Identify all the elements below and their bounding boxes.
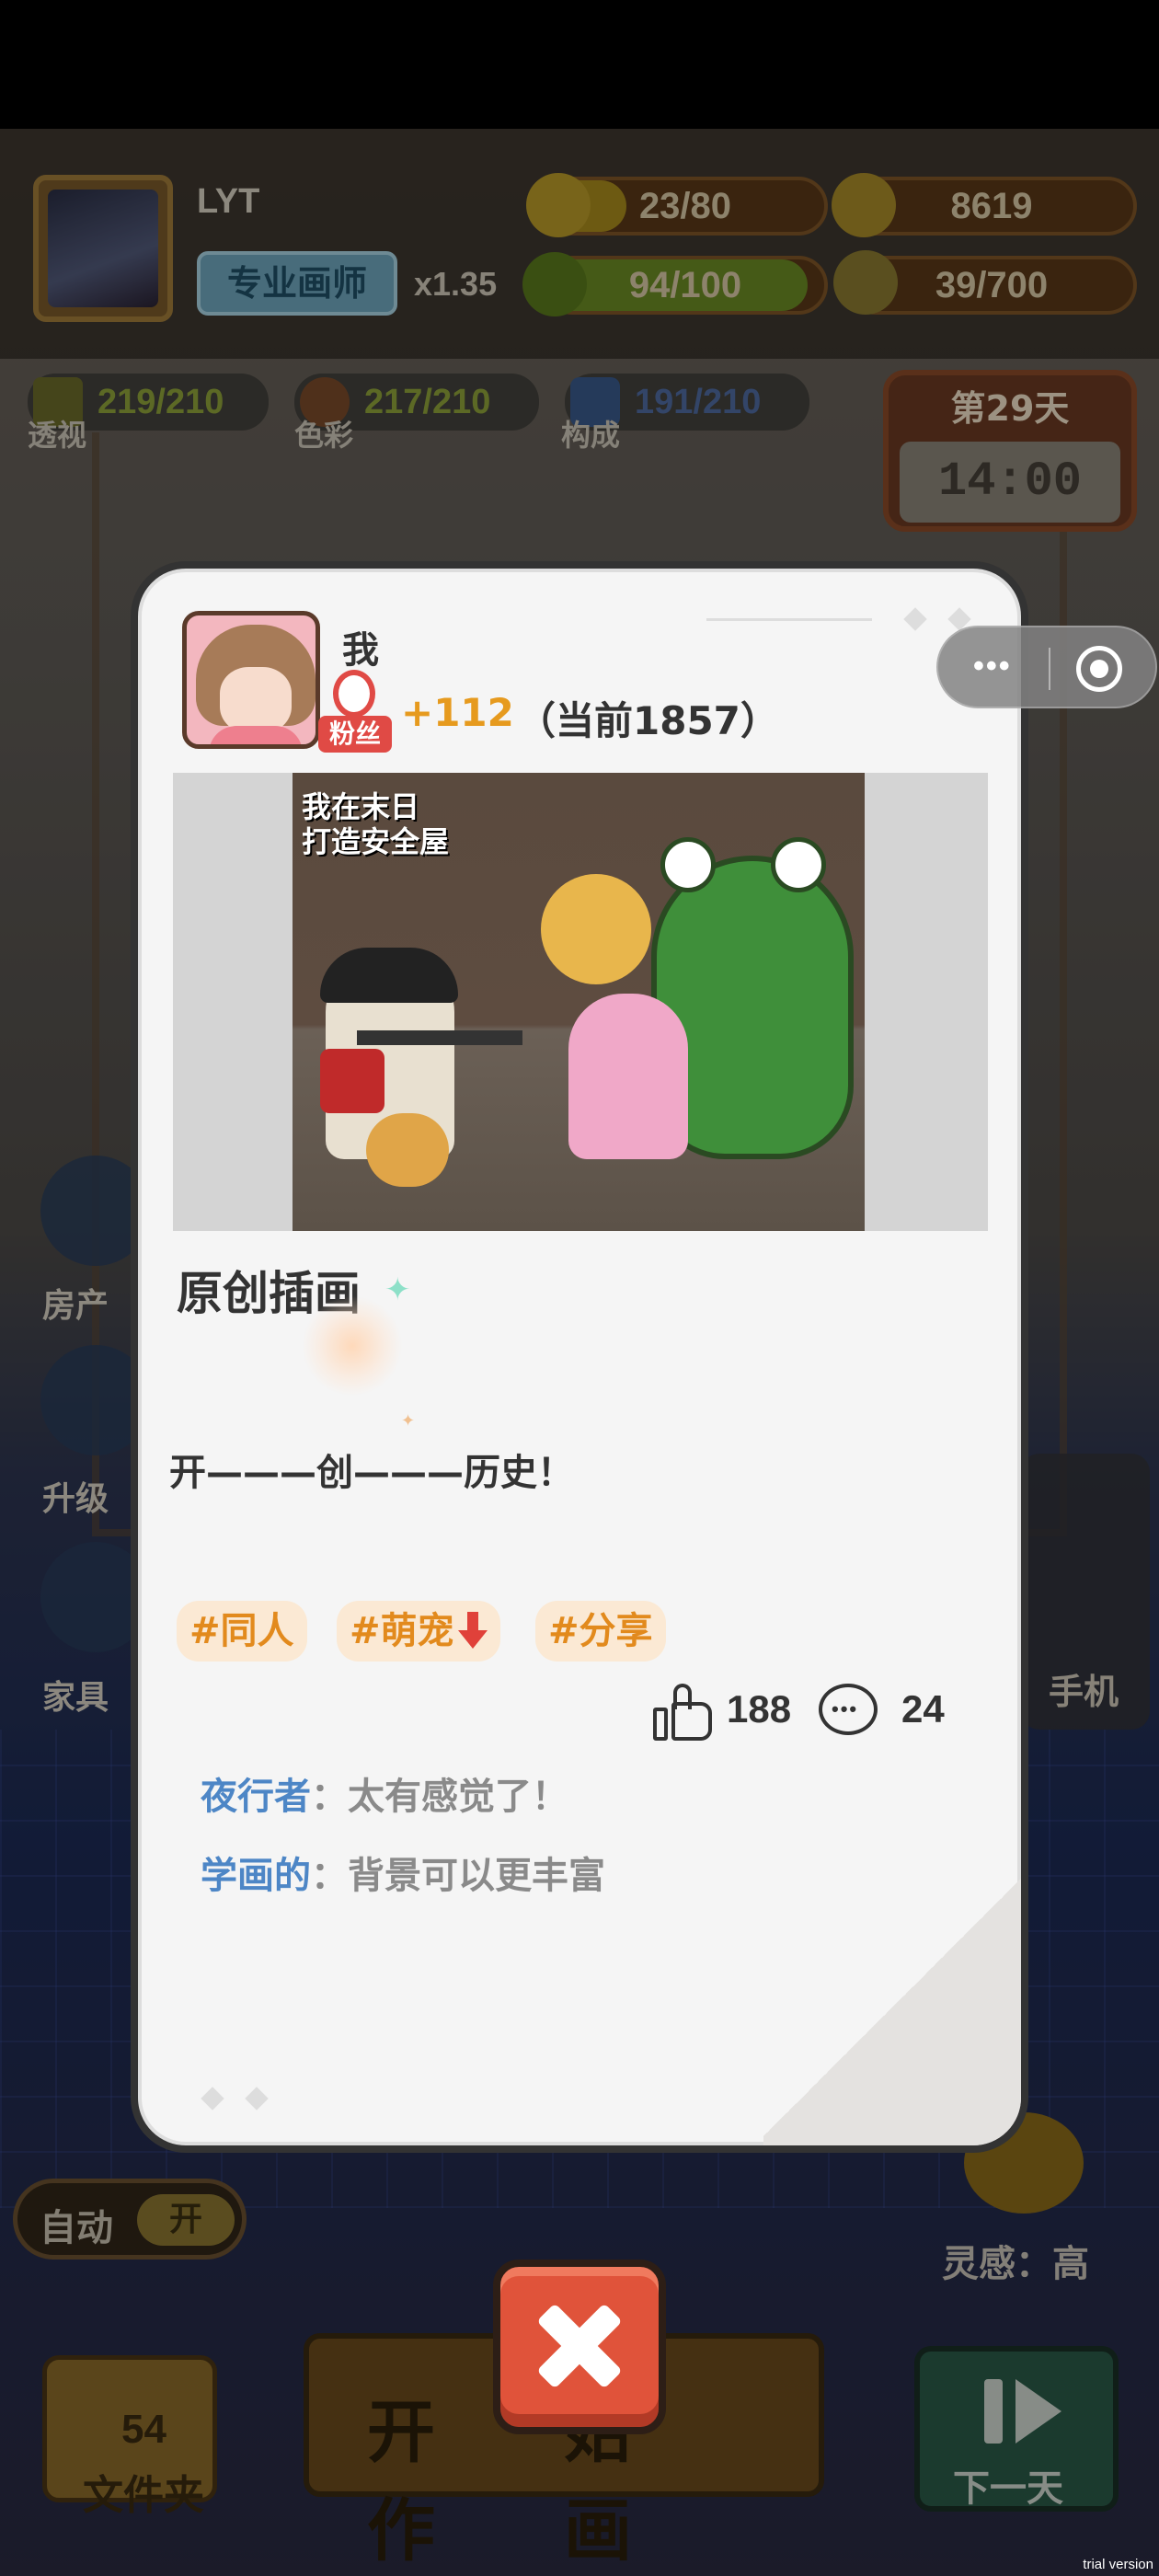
- watermark-text: trial version: [1083, 2557, 1153, 2572]
- fans-icon: 粉丝: [318, 670, 392, 753]
- post-body: 开———创———历史！: [169, 1452, 574, 1494]
- artwork-zombie-girl: [568, 994, 688, 1159]
- author-avatar: [182, 611, 320, 749]
- capsule-divider: [1049, 648, 1050, 690]
- bubble-dots: •••: [832, 1697, 859, 1720]
- sparkle-star-icon: ✦: [384, 1271, 411, 1308]
- comment-separator: ：: [311, 1776, 348, 1818]
- diamond-decor: [201, 2087, 224, 2110]
- artwork-frame: 我在末日 打造安全屋: [173, 773, 988, 1231]
- artwork-scarf: [320, 1049, 384, 1113]
- thumbs-up-icon: [653, 1684, 714, 1741]
- artwork-cap: [320, 948, 458, 1003]
- like-count: 188: [727, 1687, 792, 1731]
- close-x-icon[interactable]: [493, 2260, 666, 2434]
- thumb-cuff: [653, 1708, 668, 1741]
- comment-author: 夜行者: [201, 1776, 311, 1818]
- author-name: 我: [342, 629, 379, 672]
- sparkle-glow: [302, 1295, 403, 1397]
- thumb-finger: [673, 1684, 692, 1709]
- artwork-game-logo: 我在末日 打造安全屋: [302, 789, 450, 859]
- comment-count: 24: [901, 1687, 945, 1731]
- avatar-body: [209, 726, 303, 744]
- artwork-image: 我在末日 打造安全屋: [293, 773, 865, 1231]
- tag-fan-work: #同人: [177, 1601, 307, 1662]
- more-dots-icon[interactable]: •••: [973, 650, 1038, 682]
- avatar-face: [220, 667, 292, 733]
- comment-text: 背景可以更丰富: [348, 1855, 605, 1897]
- post-result-card: 我 粉丝 +112 （当前1857） 我在末日 打造安全屋 原创插画 ✦ ✦ 开—…: [131, 561, 1028, 2153]
- miniprogram-capsule: •••: [936, 626, 1157, 708]
- artwork-rifle: [357, 1030, 522, 1045]
- target-circle-icon[interactable]: [1076, 646, 1122, 692]
- fan-gain: +112: [401, 690, 514, 735]
- fans-icon-head: [333, 670, 375, 718]
- trend-down-arrow-icon: [457, 1612, 488, 1649]
- comment-bubble-icon: •••: [819, 1684, 879, 1741]
- comment-separator: ：: [311, 1855, 348, 1897]
- comment-text: 太有感觉了！: [348, 1776, 568, 1818]
- comment-item: 夜行者：太有感觉了！: [201, 1766, 568, 1820]
- card-decor-line: [706, 618, 872, 621]
- fan-total: （当前1857）: [517, 698, 779, 743]
- comment-item: 学画的：背景可以更丰富: [201, 1846, 605, 1899]
- diamond-decor: [903, 607, 927, 631]
- diamond-decor: [245, 2087, 269, 2110]
- tag-share: #分享: [535, 1601, 666, 1662]
- artwork-frog-eye: [660, 837, 716, 892]
- artwork-shiba-dog: [366, 1113, 449, 1187]
- fans-badge-label: 粉丝: [318, 716, 392, 753]
- artwork-bear-character: [541, 874, 651, 984]
- tag-cute-pet: #萌宠: [337, 1601, 500, 1662]
- artwork-frog-eye: [771, 837, 826, 892]
- sparkle-star-icon: ✦: [401, 1411, 416, 1431]
- comment-author: 学画的: [201, 1855, 311, 1897]
- card-corner-fold: [763, 1833, 1021, 2145]
